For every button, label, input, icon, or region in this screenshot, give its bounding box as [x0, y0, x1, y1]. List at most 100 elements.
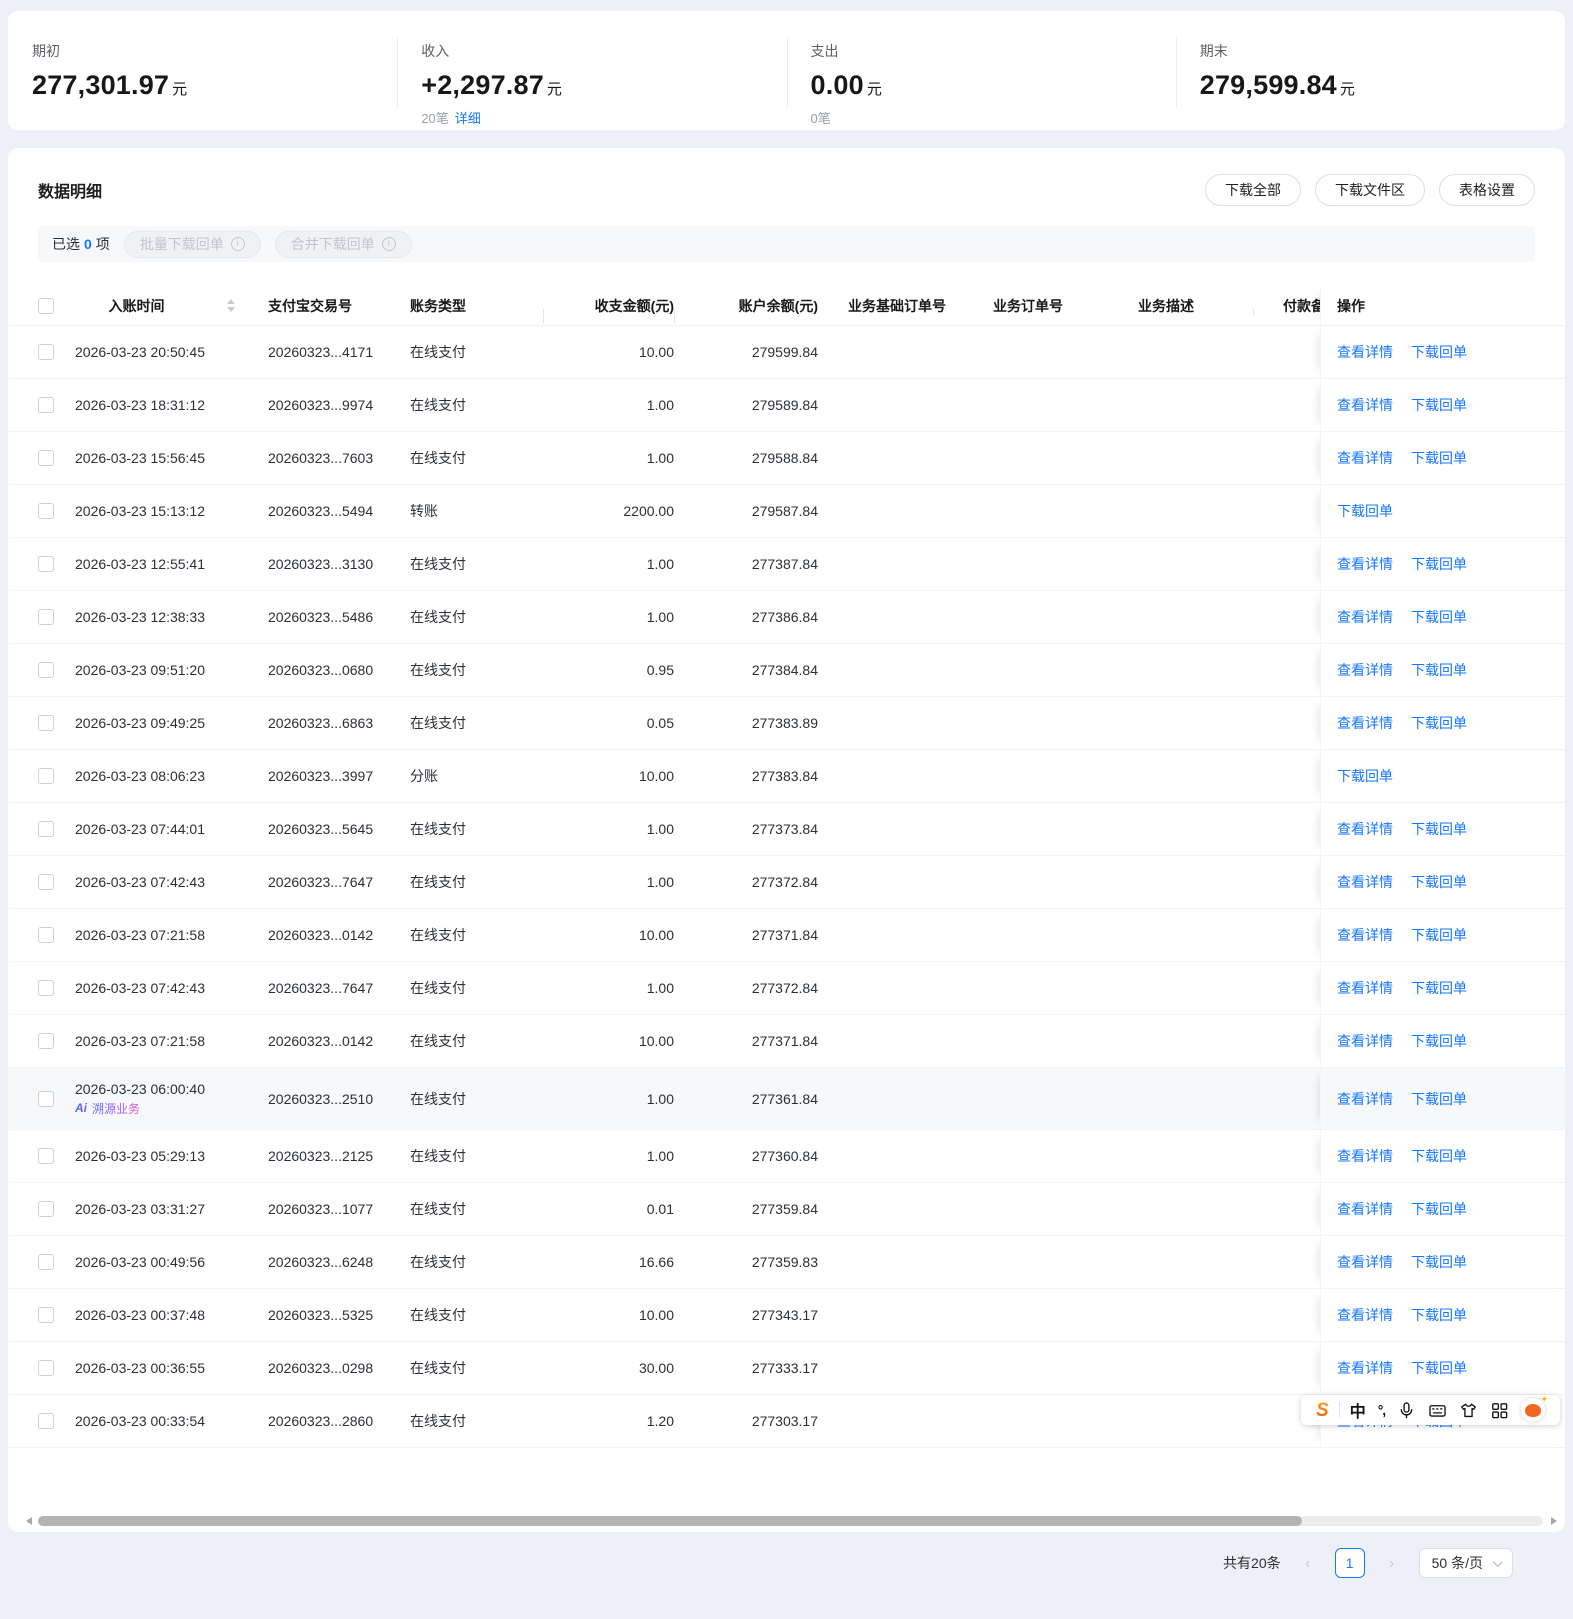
summary-sub: 0笔 — [811, 108, 1176, 127]
view-detail-link[interactable]: 查看详情 — [1337, 1146, 1393, 1166]
row-checkbox[interactable] — [38, 1033, 54, 1049]
view-detail-link[interactable]: 查看详情 — [1337, 1199, 1393, 1219]
biz-type: 在线支付 — [410, 342, 543, 362]
download-receipt-link[interactable]: 下载回单 — [1337, 501, 1393, 521]
scroll-left-arrow-icon[interactable] — [26, 1517, 32, 1525]
view-detail-link[interactable]: 查看详情 — [1337, 819, 1393, 839]
view-detail-link[interactable]: 查看详情 — [1337, 1252, 1393, 1272]
download-receipt-link[interactable]: 下载回单 — [1411, 660, 1467, 680]
view-detail-link[interactable]: 查看详情 — [1337, 713, 1393, 733]
skin-tshirt-icon[interactable] — [1459, 1401, 1478, 1420]
download-file-zone-button[interactable]: 下载文件区 — [1315, 174, 1425, 206]
row-checkbox[interactable] — [38, 556, 54, 572]
row-checkbox[interactable] — [38, 1148, 54, 1164]
row-checkbox[interactable] — [38, 1201, 54, 1217]
transaction-no: 20260323...2860 — [268, 1413, 410, 1429]
view-detail-link[interactable]: 查看详情 — [1337, 607, 1393, 627]
trace-service-tag[interactable]: Ai溯源业务 — [75, 1100, 268, 1117]
table-row: 2026-03-23 06:00:40Ai溯源业务20260323...2510… — [8, 1068, 1565, 1130]
download-receipt-link[interactable]: 下载回单 — [1411, 1199, 1467, 1219]
download-all-button[interactable]: 下载全部 — [1205, 174, 1301, 206]
view-detail-link[interactable]: 查看详情 — [1337, 1358, 1393, 1378]
horizontal-scrollbar[interactable] — [38, 1516, 1543, 1526]
prev-page-icon[interactable]: ‹ — [1301, 1555, 1315, 1572]
view-detail-link[interactable]: 查看详情 — [1337, 660, 1393, 680]
download-receipt-link[interactable]: 下载回单 — [1411, 978, 1467, 998]
next-page-icon[interactable]: › — [1385, 1555, 1399, 1572]
entry-time-cell: 2026-03-23 05:29:13 — [75, 1148, 268, 1164]
batch-download-button[interactable]: 批量下载回单i — [124, 231, 261, 258]
row-actions: 查看详情下载回单 — [1320, 1015, 1543, 1067]
download-receipt-link[interactable]: 下载回单 — [1411, 872, 1467, 892]
entry-time-cell: 2026-03-23 08:06:23 — [75, 768, 268, 784]
info-icon: i — [231, 237, 245, 251]
entry-time: 2026-03-23 06:00:40 — [75, 1081, 268, 1097]
biz-type: 在线支付 — [410, 1146, 543, 1166]
row-checkbox[interactable] — [38, 768, 54, 784]
view-detail-link[interactable]: 查看详情 — [1337, 1089, 1393, 1109]
download-receipt-link[interactable]: 下载回单 — [1411, 1305, 1467, 1325]
sort-icon[interactable] — [227, 299, 235, 312]
download-receipt-link[interactable]: 下载回单 — [1411, 395, 1467, 415]
income-detail-link[interactable]: 详细 — [455, 111, 481, 126]
view-detail-link[interactable]: 查看详情 — [1337, 925, 1393, 945]
download-receipt-link[interactable]: 下载回单 — [1411, 1358, 1467, 1378]
row-checkbox[interactable] — [38, 927, 54, 943]
entry-time: 2026-03-23 00:37:48 — [75, 1307, 268, 1323]
download-receipt-link[interactable]: 下载回单 — [1411, 342, 1467, 362]
entry-time-cell: 2026-03-23 07:21:58 — [75, 1033, 268, 1049]
balance: 277387.84 — [674, 556, 818, 572]
row-checkbox[interactable] — [38, 980, 54, 996]
sogou-logo-icon[interactable]: S — [1316, 1401, 1329, 1420]
view-detail-link[interactable]: 查看详情 — [1337, 554, 1393, 574]
row-checkbox[interactable] — [38, 821, 54, 837]
page-size-select[interactable]: 50 条/页 — [1419, 1548, 1513, 1578]
download-receipt-link[interactable]: 下载回单 — [1411, 1252, 1467, 1272]
page-number-button[interactable]: 1 — [1335, 1548, 1365, 1578]
view-detail-link[interactable]: 查看详情 — [1337, 872, 1393, 892]
row-checkbox[interactable] — [38, 1307, 54, 1323]
assistant-mascot-icon[interactable] — [1521, 1398, 1545, 1422]
row-checkbox[interactable] — [38, 1413, 54, 1429]
toolbox-grid-icon[interactable] — [1490, 1401, 1509, 1420]
scroll-right-arrow-icon[interactable] — [1551, 1517, 1557, 1525]
download-receipt-link[interactable]: 下载回单 — [1411, 713, 1467, 733]
select-all-checkbox[interactable] — [38, 298, 54, 314]
entry-time: 2026-03-23 15:13:12 — [75, 503, 268, 519]
microphone-icon[interactable] — [1397, 1401, 1416, 1420]
download-receipt-link[interactable]: 下载回单 — [1411, 1031, 1467, 1051]
chevron-down-icon — [1493, 1557, 1503, 1567]
keyboard-icon[interactable] — [1428, 1401, 1447, 1420]
row-checkbox[interactable] — [38, 874, 54, 890]
punctuation-mode-icon[interactable]: °, — [1378, 1402, 1386, 1418]
row-checkbox[interactable] — [38, 503, 54, 519]
download-receipt-link[interactable]: 下载回单 — [1411, 607, 1467, 627]
row-checkbox[interactable] — [38, 397, 54, 413]
download-receipt-link[interactable]: 下载回单 — [1411, 448, 1467, 468]
row-checkbox[interactable] — [38, 344, 54, 360]
row-checkbox[interactable] — [38, 609, 54, 625]
merge-download-button[interactable]: 合并下载回单i — [275, 231, 412, 258]
view-detail-link[interactable]: 查看详情 — [1337, 342, 1393, 362]
row-checkbox[interactable] — [38, 1360, 54, 1376]
chinese-mode-button[interactable]: 中 — [1350, 1398, 1366, 1422]
download-receipt-link[interactable]: 下载回单 — [1337, 766, 1393, 786]
row-checkbox[interactable] — [38, 450, 54, 466]
scrollbar-thumb[interactable] — [38, 1516, 1302, 1526]
download-receipt-link[interactable]: 下载回单 — [1411, 819, 1467, 839]
table-row: 2026-03-23 15:13:1220260323...5494转账2200… — [8, 485, 1565, 538]
row-checkbox[interactable] — [38, 1254, 54, 1270]
row-checkbox[interactable] — [38, 662, 54, 678]
view-detail-link[interactable]: 查看详情 — [1337, 395, 1393, 415]
download-receipt-link[interactable]: 下载回单 — [1411, 925, 1467, 945]
view-detail-link[interactable]: 查看详情 — [1337, 978, 1393, 998]
view-detail-link[interactable]: 查看详情 — [1337, 448, 1393, 468]
download-receipt-link[interactable]: 下载回单 — [1411, 1146, 1467, 1166]
download-receipt-link[interactable]: 下载回单 — [1411, 1089, 1467, 1109]
row-checkbox[interactable] — [38, 715, 54, 731]
download-receipt-link[interactable]: 下载回单 — [1411, 554, 1467, 574]
table-settings-button[interactable]: 表格设置 — [1439, 174, 1535, 206]
view-detail-link[interactable]: 查看详情 — [1337, 1031, 1393, 1051]
view-detail-link[interactable]: 查看详情 — [1337, 1305, 1393, 1325]
row-checkbox[interactable] — [38, 1091, 54, 1107]
